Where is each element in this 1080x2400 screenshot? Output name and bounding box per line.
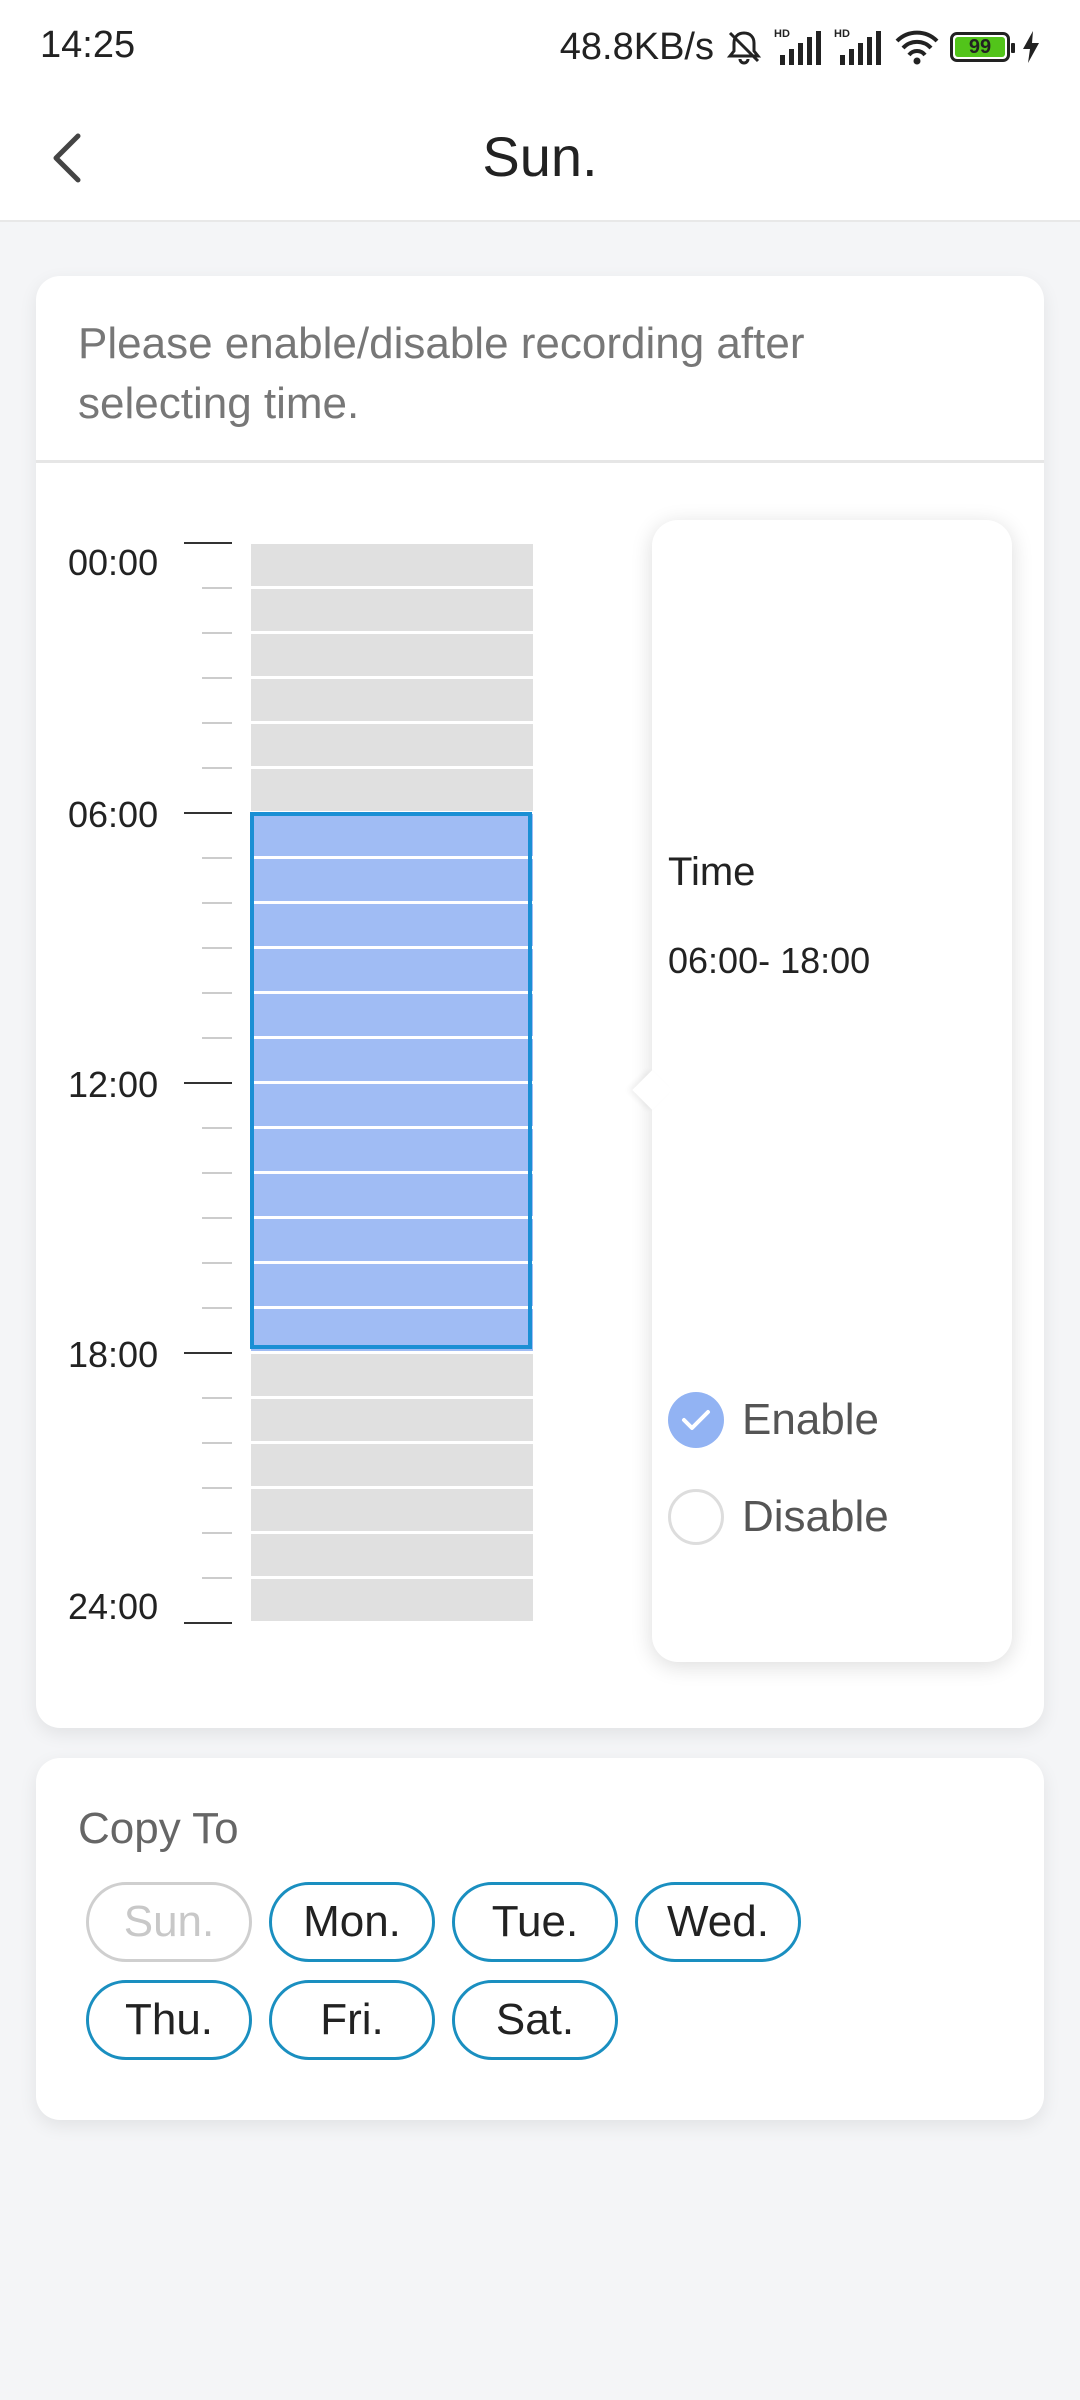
- enable-option[interactable]: Enable: [668, 1390, 879, 1450]
- signal-hd-icon: HD: [834, 27, 884, 67]
- hour-tick-minor: [202, 1037, 232, 1039]
- hour-tick-minor: [202, 1127, 232, 1129]
- time-label: 06:00: [68, 794, 159, 835]
- status-time: 14:25: [40, 24, 136, 66]
- day-button-mon[interactable]: Mon.: [269, 1882, 435, 1962]
- disable-option[interactable]: Disable: [668, 1487, 889, 1547]
- disable-label: Disable: [742, 1492, 889, 1541]
- hour-tick-minor: [202, 1487, 232, 1489]
- hour-tick-minor: [202, 1442, 232, 1444]
- copy-to-title: Copy To: [78, 1804, 239, 1853]
- page-title: Sun.: [482, 125, 598, 188]
- time-slot[interactable]: [251, 1444, 533, 1486]
- time-label: 12:00: [68, 1064, 159, 1105]
- time-popup: Time 06:00- 18:00 Enable Disable: [632, 520, 1012, 1662]
- time-slot[interactable]: [251, 634, 533, 676]
- day-button-tue[interactable]: Tue.: [452, 1882, 618, 1962]
- hour-tick-minor: [202, 767, 232, 769]
- hour-tick-minor: [202, 947, 232, 949]
- time-title: Time: [668, 850, 756, 894]
- day-button-sun: Sun.: [86, 1882, 252, 1962]
- hour-tick-minor: [202, 1262, 232, 1264]
- hour-tick-minor: [202, 1577, 232, 1579]
- hour-tick-minor: [202, 632, 232, 634]
- time-slot-selected[interactable]: [251, 1174, 533, 1216]
- hour-tick-minor: [202, 1397, 232, 1399]
- status-bar: 14:25 48.8KB/s HD HD 99: [0, 0, 1080, 96]
- day-button-fri[interactable]: Fri.: [269, 1980, 435, 2060]
- hour-tick-minor: [202, 857, 232, 859]
- time-slot[interactable]: [251, 679, 533, 721]
- hour-tick-minor: [202, 1532, 232, 1534]
- hour-tick-minor: [202, 677, 232, 679]
- status-icons: 48.8KB/s HD HD 99: [560, 22, 1042, 72]
- time-slot-selected[interactable]: [251, 1084, 533, 1126]
- battery-level: 99: [968, 35, 992, 58]
- time-slot[interactable]: [251, 1354, 533, 1396]
- radio-checked-icon[interactable]: [668, 1392, 724, 1448]
- time-slot-selected[interactable]: [251, 1264, 533, 1306]
- time-slot[interactable]: [251, 589, 533, 631]
- hour-tick-minor: [202, 1172, 232, 1174]
- hour-tick-major: [184, 812, 232, 814]
- time-slot[interactable]: [251, 1399, 533, 1441]
- charging-icon: [1020, 29, 1042, 65]
- hour-tick-minor: [202, 1217, 232, 1219]
- time-label: 24:00: [68, 1586, 159, 1627]
- day-button-wed[interactable]: Wed.: [635, 1882, 801, 1962]
- time-slot-selected[interactable]: [251, 1039, 533, 1081]
- radio-unchecked-icon[interactable]: [668, 1489, 724, 1545]
- time-range: 06:00- 18:00: [668, 940, 871, 981]
- time-slot-selected[interactable]: [251, 859, 533, 901]
- time-slot-selected[interactable]: [251, 1219, 533, 1261]
- day-button-thu[interactable]: Thu.: [86, 1980, 252, 2060]
- copy-to-card: Copy To Sun. Mon. Tue. Wed. Thu. Fri. Sa…: [36, 1758, 1044, 2120]
- day-button-sat[interactable]: Sat.: [452, 1980, 618, 2060]
- time-slot[interactable]: [251, 769, 533, 811]
- hour-tick-minor: [202, 1307, 232, 1309]
- time-slot-selected[interactable]: [251, 1309, 533, 1351]
- time-schedule-grid[interactable]: 00:00 06:00 12:00 18:00 24:00: [36, 276, 596, 1728]
- hour-tick-minor: [202, 587, 232, 589]
- enable-label: Enable: [742, 1395, 880, 1444]
- time-slot-selected[interactable]: [251, 1129, 533, 1171]
- time-slot[interactable]: [251, 544, 533, 586]
- time-label: 18:00: [68, 1334, 159, 1375]
- time-label: 00:00: [68, 542, 159, 583]
- app-header: Sun.: [0, 96, 1080, 222]
- hour-tick-major: [184, 1622, 232, 1624]
- hour-tick-major: [184, 1082, 232, 1084]
- svg-text:HD: HD: [834, 28, 850, 40]
- time-slot-selected[interactable]: [251, 904, 533, 946]
- svg-text:HD: HD: [774, 28, 790, 40]
- time-slot-selected[interactable]: [251, 994, 533, 1036]
- time-slot-selected[interactable]: [251, 814, 533, 856]
- hour-tick-minor: [202, 992, 232, 994]
- hour-tick-major: [184, 1352, 232, 1354]
- mute-icon: [724, 27, 764, 67]
- battery-icon: 99: [950, 32, 1015, 62]
- time-slot-selected[interactable]: [251, 949, 533, 991]
- time-slot[interactable]: [251, 1489, 533, 1531]
- network-speed: 48.8KB/s: [559, 25, 714, 68]
- hour-tick-minor: [202, 902, 232, 904]
- hour-tick-major: [184, 542, 232, 544]
- time-slot[interactable]: [251, 1579, 533, 1621]
- hour-tick-minor: [202, 722, 232, 724]
- signal-hd-icon: HD: [774, 27, 824, 67]
- wifi-icon: [894, 27, 940, 67]
- popup-arrow: [632, 1070, 672, 1110]
- time-slot[interactable]: [251, 1534, 533, 1576]
- time-slot[interactable]: [251, 724, 533, 766]
- schedule-card: Please enable/disable recording after se…: [36, 276, 1044, 1728]
